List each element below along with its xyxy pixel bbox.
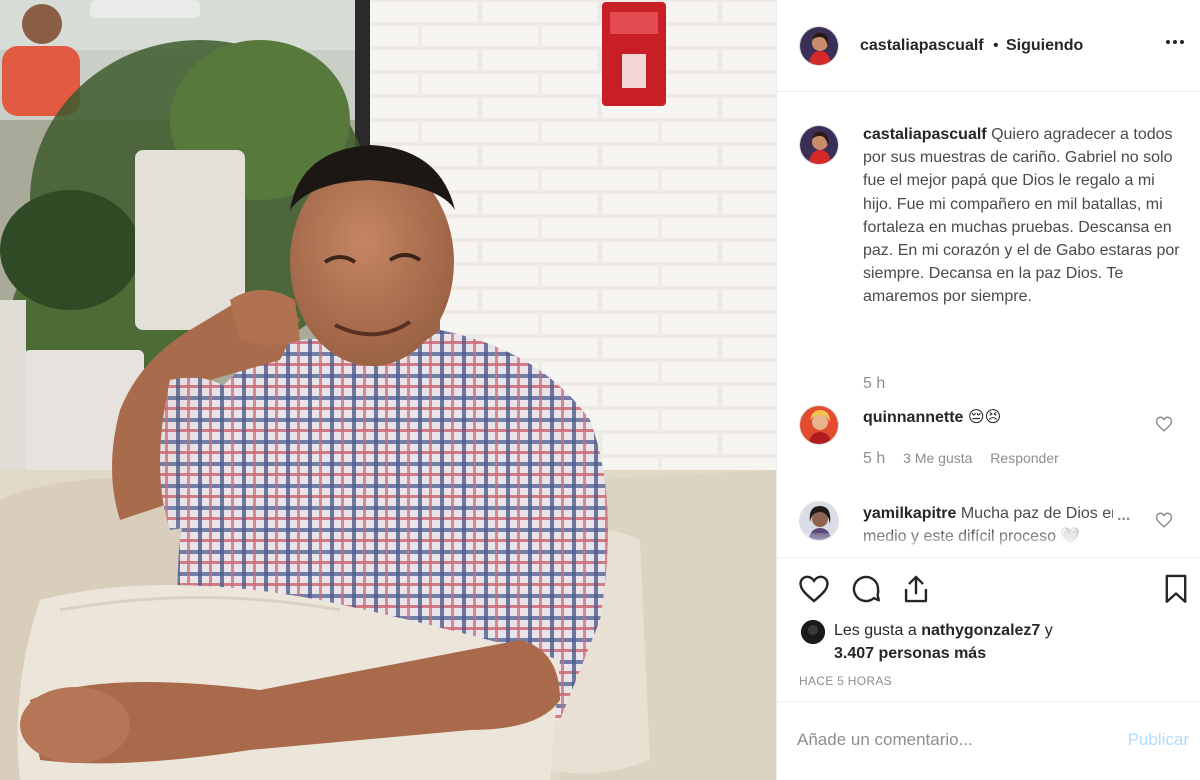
likes-conjunction: y (1044, 622, 1053, 639)
comments-list[interactable]: castaliapascualf Quiero agradecer a todo… (777, 93, 1200, 556)
comment-username[interactable]: quinnannette (863, 409, 963, 426)
comment-input[interactable] (797, 724, 1097, 756)
like-heart-icon[interactable] (797, 572, 831, 606)
comment-username[interactable]: yamilkapitre (863, 505, 956, 522)
caption-username[interactable]: castaliapascualf (863, 126, 987, 143)
post-side-panel: castaliapascualf • Siguiendo castaliapas… (776, 0, 1200, 780)
comment-text-row: quinnannette 😔😣 (863, 407, 1001, 427)
liker-avatar[interactable] (801, 620, 825, 644)
comment-reply-button[interactable]: Responder (990, 450, 1059, 466)
comment-likes-count[interactable]: 3 Me gusta (903, 450, 972, 466)
comment-timestamp[interactable]: 5 h (863, 450, 885, 467)
author-avatar[interactable] (799, 26, 839, 66)
post-header: castaliapascualf • Siguiendo (777, 0, 1200, 92)
comment-bubble-icon[interactable] (849, 572, 883, 606)
post-photo (0, 0, 776, 780)
comment-more-ellipsis[interactable]: ... (1113, 507, 1135, 525)
comment-meta: 5 h 3 Me gusta Responder (863, 450, 1073, 468)
author-username[interactable]: castaliapascualf (860, 37, 984, 55)
likes-summary: Les gusta a nathygonzalez7 y 3.407 perso… (834, 619, 1174, 665)
comment-like-heart-icon[interactable] (1155, 415, 1173, 433)
follow-status-button[interactable]: Siguiendo (1006, 37, 1083, 55)
caption-timestamp[interactable]: 5 h (863, 375, 885, 393)
save-bookmark-icon[interactable] (1159, 572, 1193, 606)
caption-text: Quiero agradecer a todos por sus muestra… (863, 126, 1180, 306)
publish-button[interactable]: Publicar (1128, 730, 1189, 750)
comments-fade-overlay (777, 533, 1200, 556)
liker-username[interactable]: nathygonzalez7 (921, 622, 1040, 639)
comment-avatar[interactable] (799, 405, 839, 445)
post-caption: castaliapascualf Quiero agradecer a todo… (863, 123, 1181, 309)
likes-prefix: Les gusta a (834, 622, 917, 639)
comment-like-heart-icon[interactable] (1155, 511, 1173, 529)
post-actions: Les gusta a nathygonzalez7 y 3.407 perso… (777, 557, 1200, 701)
separator-dot: • (993, 37, 999, 54)
share-upload-icon[interactable] (899, 572, 933, 606)
more-options-icon[interactable] (1161, 30, 1189, 58)
post-time-ago[interactable]: HACE 5 HORAS (799, 674, 892, 688)
add-comment-bar: Publicar (777, 701, 1200, 780)
caption-author-avatar[interactable] (799, 125, 839, 165)
comment-text: 😔😣 (967, 409, 1002, 426)
likes-count[interactable]: 3.407 personas más (834, 645, 986, 662)
